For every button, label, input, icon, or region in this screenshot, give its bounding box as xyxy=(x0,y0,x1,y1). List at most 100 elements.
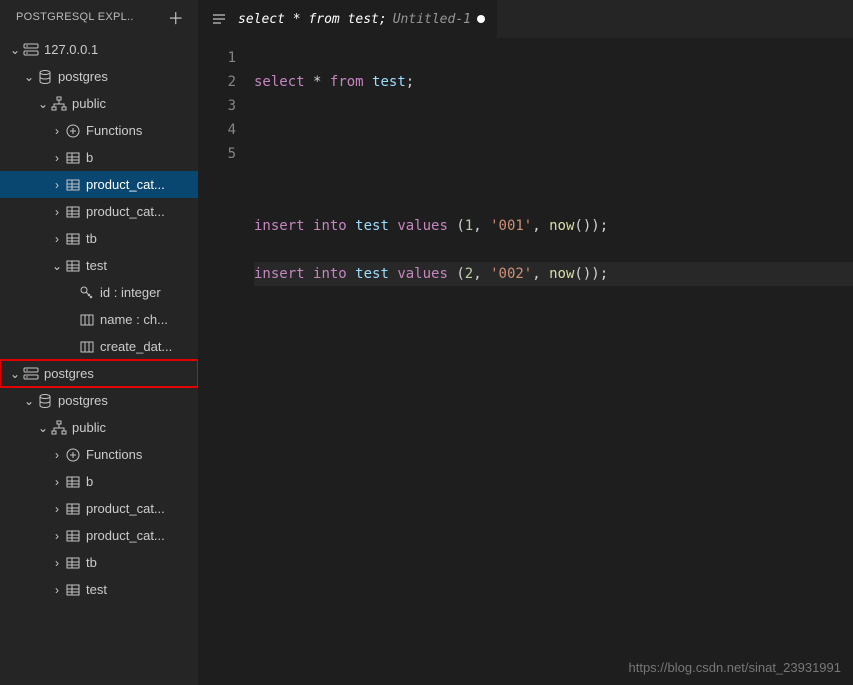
chevron-right-icon: › xyxy=(50,178,64,192)
add-connection-icon[interactable]: ＋ xyxy=(164,3,188,31)
tree-item-label: tb xyxy=(86,231,198,246)
tree-functions[interactable]: › Functions xyxy=(0,441,198,468)
database-label: postgres xyxy=(58,393,198,408)
schema-icon xyxy=(50,96,68,112)
table-icon xyxy=(64,177,82,193)
key-icon xyxy=(78,285,96,301)
tree-item-label: test xyxy=(86,258,198,273)
line-number: 1 xyxy=(198,46,236,70)
tree-column[interactable]: id : integer xyxy=(0,279,198,306)
functions-icon xyxy=(64,123,82,139)
table-icon xyxy=(64,474,82,490)
tree-table[interactable]: › tb xyxy=(0,225,198,252)
chevron-right-icon: › xyxy=(50,529,64,543)
line-number: 4 xyxy=(198,118,236,142)
tree-connection[interactable]: ⌄ 127.0.0.1 xyxy=(0,36,198,63)
sidebar-title: POSTGRESQL EXPL.. xyxy=(16,11,134,23)
chevron-right-icon: › xyxy=(50,502,64,516)
editor: select * from test; Untitled-1 1 2 3 4 5… xyxy=(198,0,853,685)
tree-item-label: b xyxy=(86,150,198,165)
tab-title: select * from test; xyxy=(238,12,387,27)
chevron-right-icon: › xyxy=(50,124,64,138)
line-gutter: 1 2 3 4 5 xyxy=(198,46,254,310)
chevron-down-icon: ⌄ xyxy=(50,259,64,273)
tree-table[interactable]: › product_cat... xyxy=(0,198,198,225)
chevron-right-icon: › xyxy=(50,583,64,597)
table-icon xyxy=(64,528,82,544)
table-icon xyxy=(64,258,82,274)
tree-item-label: product_cat... xyxy=(86,177,198,192)
chevron-down-icon: ⌄ xyxy=(8,367,22,381)
database-icon xyxy=(36,393,54,409)
chevron-right-icon: › xyxy=(50,151,64,165)
editor-tab[interactable]: select * from test; Untitled-1 xyxy=(198,0,498,38)
connection-label: 127.0.0.1 xyxy=(44,42,198,57)
tree-table[interactable]: ⌄ test xyxy=(0,252,198,279)
tree-table-selected[interactable]: › product_cat... xyxy=(0,171,198,198)
server-icon xyxy=(22,366,40,382)
lines-icon xyxy=(210,11,228,27)
tree-functions[interactable]: › Functions xyxy=(0,117,198,144)
unsaved-dot-icon xyxy=(477,15,485,23)
tree-schema[interactable]: ⌄ public xyxy=(0,90,198,117)
watermark: https://blog.csdn.net/sinat_23931991 xyxy=(629,660,842,675)
line-number: 2 xyxy=(198,70,236,94)
chevron-down-icon: ⌄ xyxy=(8,43,22,57)
tree-table[interactable]: › tb xyxy=(0,549,198,576)
tree-table[interactable]: › b xyxy=(0,144,198,171)
schema-label: public xyxy=(72,420,198,435)
tree-item-label: product_cat... xyxy=(86,204,198,219)
tree-connection-highlighted[interactable]: ⌄ postgres xyxy=(0,360,198,387)
code-area[interactable]: 1 2 3 4 5 select * from test; insert int… xyxy=(198,38,853,310)
tree-item-label: Functions xyxy=(86,123,198,138)
tree-item-label: Functions xyxy=(86,447,198,462)
table-icon xyxy=(64,150,82,166)
sidebar-header: POSTGRESQL EXPL.. ＋ xyxy=(0,0,198,34)
tree-column[interactable]: name : ch... xyxy=(0,306,198,333)
connection-label: postgres xyxy=(44,366,198,381)
table-icon xyxy=(64,204,82,220)
chevron-down-icon: ⌄ xyxy=(36,421,50,435)
chevron-down-icon: ⌄ xyxy=(22,394,36,408)
tree: ⌄ 127.0.0.1 ⌄ postgres ⌄ public › Functi… xyxy=(0,34,198,603)
line-number: 3 xyxy=(198,94,236,118)
table-icon xyxy=(64,501,82,517)
tree-database[interactable]: ⌄ postgres xyxy=(0,63,198,90)
database-label: postgres xyxy=(58,69,198,84)
tab-subtitle: Untitled-1 xyxy=(393,12,471,27)
column-icon xyxy=(78,339,96,355)
column-icon xyxy=(78,312,96,328)
functions-icon xyxy=(64,447,82,463)
server-icon xyxy=(22,42,40,58)
tree-table[interactable]: › b xyxy=(0,468,198,495)
tree-schema[interactable]: ⌄ public xyxy=(0,414,198,441)
chevron-down-icon: ⌄ xyxy=(22,70,36,84)
tree-table[interactable]: › product_cat... xyxy=(0,495,198,522)
tree-item-label: b xyxy=(86,474,198,489)
code-content[interactable]: select * from test; insert into test val… xyxy=(254,46,853,310)
column-label: name : ch... xyxy=(100,312,198,327)
table-icon xyxy=(64,555,82,571)
tree-database[interactable]: ⌄ postgres xyxy=(0,387,198,414)
chevron-right-icon: › xyxy=(50,556,64,570)
chevron-right-icon: › xyxy=(50,232,64,246)
chevron-right-icon: › xyxy=(50,475,64,489)
line-number: 5 xyxy=(198,142,236,166)
postgresql-explorer-sidebar: POSTGRESQL EXPL.. ＋ ⌄ 127.0.0.1 ⌄ postgr… xyxy=(0,0,198,685)
schema-label: public xyxy=(72,96,198,111)
chevron-down-icon: ⌄ xyxy=(36,97,50,111)
tree-item-label: tb xyxy=(86,555,198,570)
table-icon xyxy=(64,231,82,247)
tree-item-label: product_cat... xyxy=(86,528,198,543)
tree-table[interactable]: › product_cat... xyxy=(0,522,198,549)
schema-icon xyxy=(50,420,68,436)
tree-column[interactable]: create_dat... xyxy=(0,333,198,360)
tree-item-label: product_cat... xyxy=(86,501,198,516)
tree-table[interactable]: › test xyxy=(0,576,198,603)
table-icon xyxy=(64,582,82,598)
tab-bar: select * from test; Untitled-1 xyxy=(198,0,853,38)
column-label: create_dat... xyxy=(100,339,198,354)
chevron-right-icon: › xyxy=(50,205,64,219)
database-icon xyxy=(36,69,54,85)
tree-item-label: test xyxy=(86,582,198,597)
